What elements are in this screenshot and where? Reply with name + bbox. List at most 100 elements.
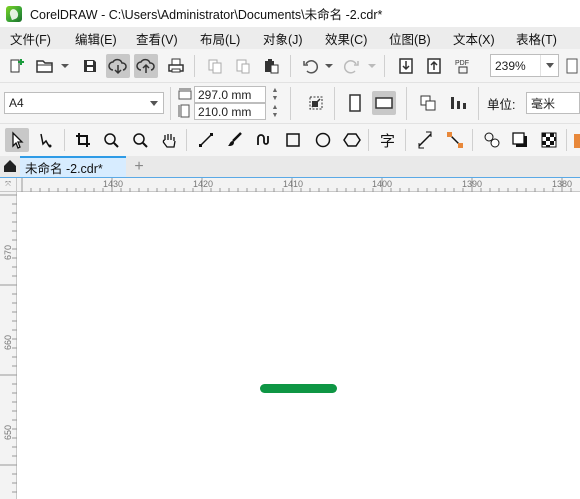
menu-view[interactable]: 查看(V): [136, 29, 178, 48]
page-size-combo[interactable]: A4: [4, 92, 164, 114]
horizontal-ruler[interactable]: 1430 1420 1410 1400 1390 1380: [17, 178, 580, 192]
crop-tool-icon[interactable]: [71, 128, 95, 152]
drop-shadow-icon[interactable]: [508, 128, 532, 152]
toolbar-separator: [64, 129, 65, 151]
new-document-icon[interactable]: [5, 54, 29, 78]
toolbar-separator: [478, 87, 479, 120]
standard-toolbar: PDF 239%: [0, 49, 580, 83]
page-size-dropdown-icon[interactable]: [145, 93, 163, 113]
shape-tool-icon[interactable]: [34, 128, 58, 152]
portrait-icon[interactable]: [343, 91, 367, 115]
connector-tool-icon[interactable]: [443, 128, 467, 152]
zoom-dropdown-icon[interactable]: [540, 55, 558, 76]
undo-icon[interactable]: [298, 54, 322, 78]
toolbar-separator: [290, 55, 291, 77]
page-width-spinner[interactable]: ▲ ▼: [268, 86, 282, 103]
toolbar-separator: [194, 55, 195, 77]
toolbar-separator: [368, 129, 369, 151]
page-height-spinner[interactable]: ▲ ▼: [268, 103, 282, 120]
drawing-canvas[interactable]: [18, 193, 580, 499]
menu-text[interactable]: 文本(X): [453, 29, 495, 48]
toolbar-separator: [566, 129, 567, 151]
menu-edit[interactable]: 编辑(E): [75, 29, 117, 48]
cloud-download-icon[interactable]: [106, 54, 130, 78]
pan-tool-icon[interactable]: [157, 128, 181, 152]
zoom-tool-icon[interactable]: [99, 128, 123, 152]
document-tab-bar: 未命名 -2.cdr* +: [0, 156, 580, 177]
copy-icon[interactable]: [203, 54, 227, 78]
current-page-icon[interactable]: [446, 91, 470, 115]
add-tab-icon[interactable]: +: [130, 158, 148, 176]
menu-file[interactable]: 文件(F): [10, 29, 51, 48]
window-title: CorelDRAW - C:\Users\Administrator\Docum…: [30, 8, 383, 22]
export-icon[interactable]: [422, 54, 446, 78]
landscape-icon[interactable]: [372, 91, 396, 115]
save-icon[interactable]: [78, 54, 102, 78]
page-width-field[interactable]: 297.0 mm: [194, 86, 266, 103]
title-bar: CorelDRAW - C:\Users\Administrator\Docum…: [0, 0, 580, 27]
menu-table[interactable]: 表格(T): [516, 29, 557, 48]
zoom-level-combo[interactable]: 239%: [490, 54, 559, 77]
ruler-label: 1430: [103, 179, 124, 189]
ruler-label: 1390: [462, 179, 483, 189]
property-bar: A4 297.0 mm ▲ ▼ 210.0 mm ▲ ▼ 单位: 毫米: [0, 83, 580, 124]
height-icon: [178, 104, 192, 121]
toolbar-separator: [384, 55, 385, 77]
pdf-icon[interactable]: PDF: [452, 54, 476, 78]
cloud-upload-icon[interactable]: [134, 54, 158, 78]
ruler-label: 660: [3, 334, 13, 350]
undo-dropdown-icon[interactable]: [325, 64, 333, 68]
ruler-label: 1380: [552, 179, 573, 189]
toolbar-separator: [334, 87, 335, 120]
paste-special-icon[interactable]: [259, 54, 283, 78]
all-pages-icon[interactable]: [416, 91, 440, 115]
page-alignment-icon[interactable]: [304, 91, 328, 115]
ruler-label: 1410: [283, 179, 304, 189]
ellipse-tool-icon[interactable]: [311, 128, 335, 152]
menu-object[interactable]: 对象(J): [263, 29, 303, 48]
green-line-shape[interactable]: [260, 384, 337, 393]
blend-tool-icon[interactable]: [480, 128, 504, 152]
app-launcher-icon[interactable]: [560, 54, 580, 78]
pick-tool-icon[interactable]: [5, 128, 29, 152]
page-size-value: A4: [9, 96, 24, 110]
import-icon[interactable]: [394, 54, 418, 78]
print-icon[interactable]: [164, 54, 188, 78]
page-height-field[interactable]: 210.0 mm: [194, 103, 266, 120]
line-tool-icon[interactable]: [194, 128, 218, 152]
tab-document[interactable]: 未命名 -2.cdr*: [20, 156, 126, 177]
menu-bar: 文件(F) 编辑(E) 查看(V) 布局(L) 对象(J) 效果(C) 位图(B…: [0, 27, 580, 49]
color-tool-icon[interactable]: [574, 134, 580, 148]
home-icon[interactable]: [2, 158, 18, 177]
redo-dropdown-icon[interactable]: [368, 64, 376, 68]
rectangle-tool-icon[interactable]: [281, 128, 305, 152]
coreldraw-logo-icon: [6, 5, 22, 22]
zoom-out-icon[interactable]: [128, 128, 152, 152]
open-folder-icon[interactable]: [33, 54, 57, 78]
vertical-ruler[interactable]: 670 660 650: [0, 192, 17, 499]
toolbar-separator: [290, 87, 291, 120]
svg-text:PDF: PDF: [455, 60, 469, 67]
menu-bitmaps[interactable]: 位图(B): [389, 29, 431, 48]
open-dropdown-icon[interactable]: [61, 64, 69, 68]
ruler-label: 650: [3, 424, 13, 440]
artistic-media-icon[interactable]: [251, 128, 275, 152]
toolbar-separator: [405, 129, 406, 151]
zoom-level-value: 239%: [495, 58, 526, 73]
brush-tool-icon[interactable]: [223, 128, 247, 152]
units-label: 单位:: [487, 98, 516, 112]
toolbar-separator: [170, 87, 171, 120]
polygon-tool-icon[interactable]: [340, 128, 364, 152]
dimension-tool-icon[interactable]: [413, 128, 437, 152]
menu-effects[interactable]: 效果(C): [325, 29, 367, 48]
svg-text:字: 字: [380, 132, 395, 149]
ruler-label: 670: [3, 244, 13, 260]
redo-icon[interactable]: [340, 54, 364, 78]
menu-layout[interactable]: 布局(L): [200, 29, 240, 48]
paste-icon[interactable]: [231, 54, 255, 78]
ruler-origin-icon[interactable]: ⤧: [0, 178, 17, 192]
transparency-icon[interactable]: [537, 128, 561, 152]
toolbar-separator: [186, 129, 187, 151]
units-combo[interactable]: 毫米: [526, 92, 580, 114]
text-tool-icon[interactable]: 字: [376, 128, 400, 152]
